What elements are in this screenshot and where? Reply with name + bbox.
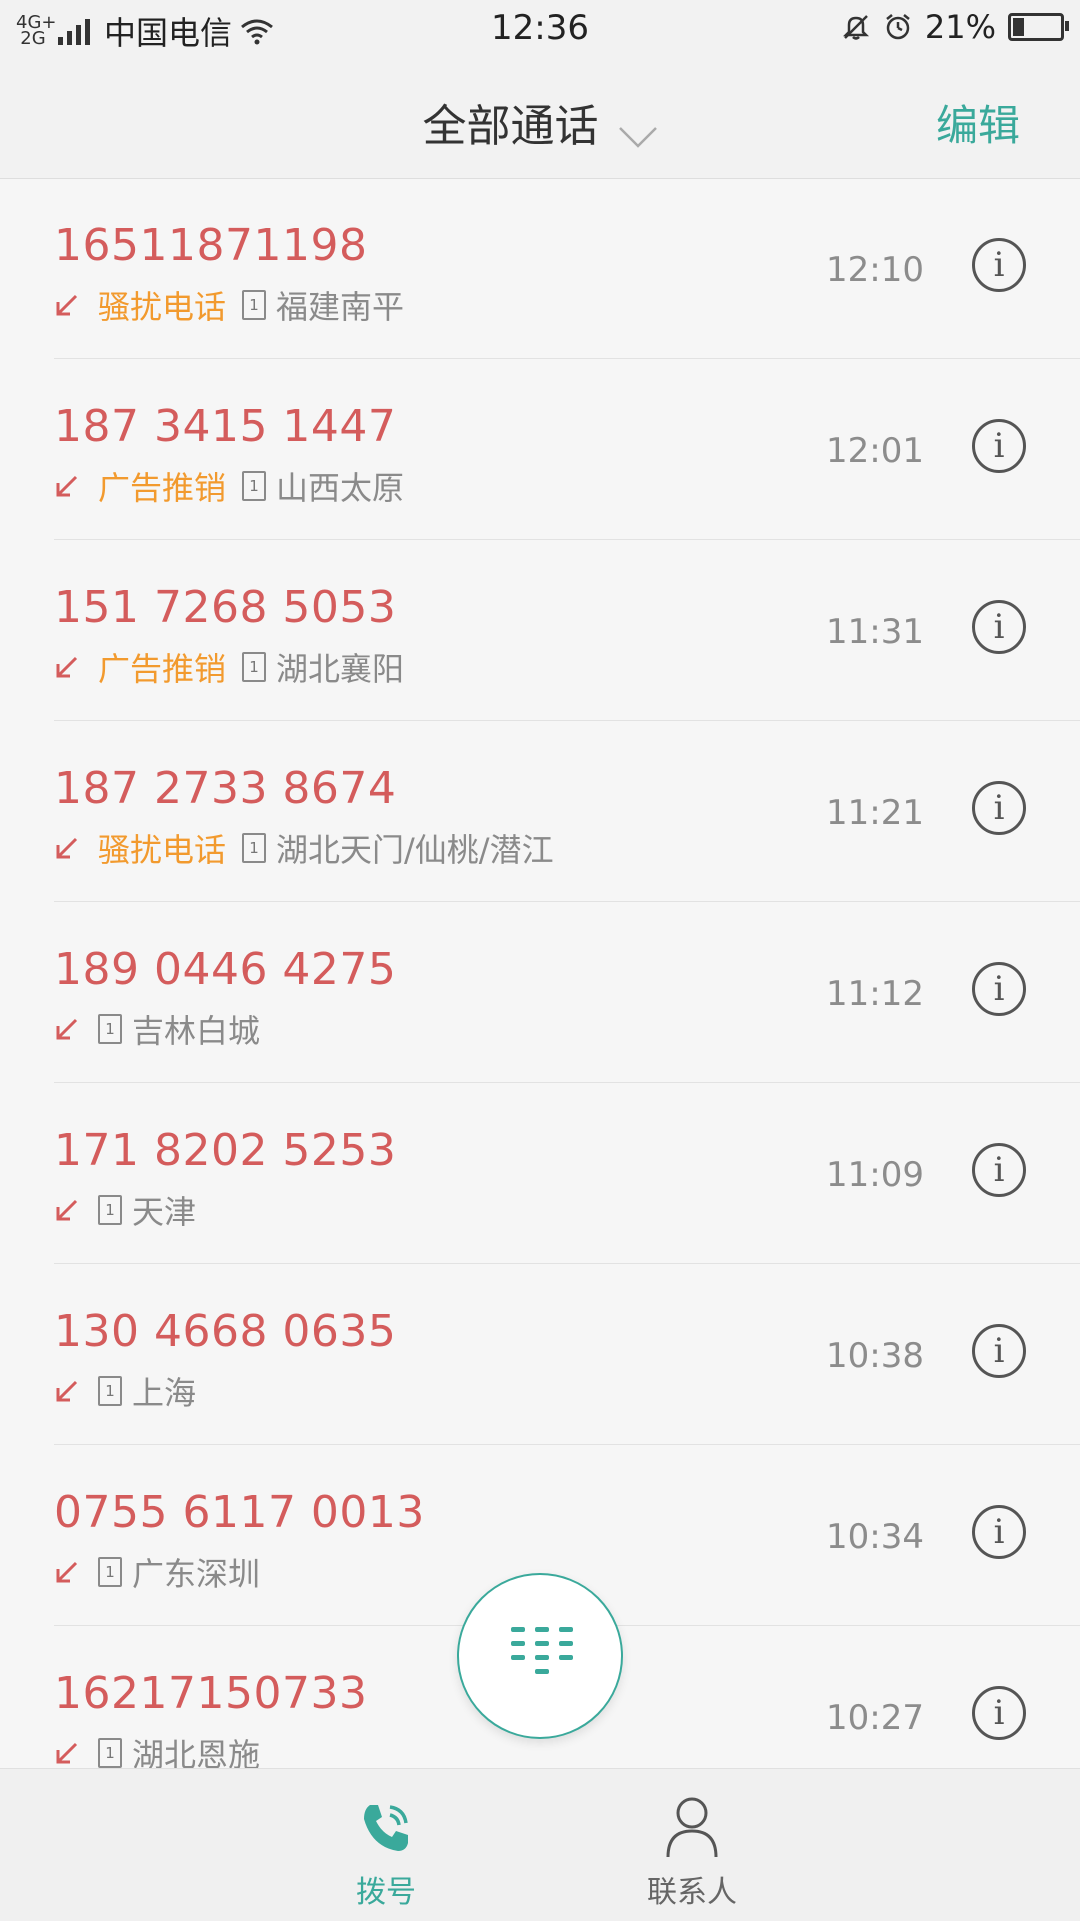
dialpad-button[interactable]: [457, 1573, 623, 1739]
tab-contacts[interactable]: 联系人: [592, 1795, 792, 1911]
call-time: 11:12: [826, 974, 924, 1014]
chevron-down-icon: [618, 126, 657, 148]
header: 全部通话 编辑: [0, 56, 1080, 179]
sim-card-icon: 1: [98, 1195, 122, 1225]
call-location: 吉林白城: [132, 1012, 261, 1050]
call-number: 189 0446 4275: [54, 944, 397, 995]
call-meta: 广告推销 1 山西太原: [54, 463, 404, 509]
call-time: 12:01: [826, 431, 924, 471]
call-meta: 1 天津: [54, 1187, 196, 1233]
sim-card-icon: 1: [98, 1557, 122, 1587]
call-meta: 1 上海: [54, 1368, 196, 1414]
bottom-nav: 拨号 联系人: [0, 1768, 1080, 1921]
incoming-call-arrow-icon: [56, 1199, 78, 1221]
call-log-row[interactable]: 187 2733 8674 骚扰电话 1 湖北天门/仙桃/潜江 11:21 i: [54, 721, 1080, 902]
alarm-icon: [886, 14, 910, 40]
call-time: 12:10: [826, 250, 924, 290]
call-location: 福建南平: [276, 288, 405, 326]
sim-card-icon: 1: [98, 1376, 122, 1406]
battery-icon: [1008, 13, 1069, 41]
call-log-row[interactable]: 130 4668 0635 1 上海 10:38 i: [54, 1264, 1080, 1445]
phone-icon: [364, 1805, 408, 1851]
call-tag: 骚扰电话: [98, 288, 227, 326]
call-number: 130 4668 0635: [54, 1306, 397, 1357]
sim-card-icon: 1: [98, 1738, 122, 1768]
bell-muted-icon: [842, 15, 869, 40]
call-meta: 1 广东深圳: [54, 1549, 260, 1595]
status-bar: 4G+ 2G 中国电信 12:36 21%: [0, 0, 1080, 56]
call-log-list: 16511871198 骚扰电话 1 福建南平 12:10 i 187 3415…: [0, 178, 1080, 1807]
call-log-row[interactable]: 171 8202 5253 1 天津 11:09 i: [54, 1083, 1080, 1264]
sim-card-icon: 1: [242, 290, 267, 320]
call-time: 11:21: [826, 793, 924, 833]
tab-dial-label: 拨号: [356, 1875, 416, 1910]
call-tag: 广告推销: [98, 650, 227, 688]
info-icon[interactable]: i: [972, 962, 1026, 1016]
call-log-row[interactable]: 189 0446 4275 1 吉林白城 11:12 i: [54, 902, 1080, 1083]
tab-dial[interactable]: 拨号: [286, 1795, 486, 1911]
incoming-call-arrow-icon: [56, 1018, 78, 1040]
call-time: 11:31: [826, 612, 924, 652]
call-location: 天津: [132, 1193, 197, 1231]
call-location: 广东深圳: [132, 1555, 261, 1593]
info-icon[interactable]: i: [972, 238, 1026, 292]
incoming-call-arrow-icon: [56, 837, 78, 859]
call-meta: 骚扰电话 1 福建南平: [54, 282, 404, 328]
info-icon[interactable]: i: [972, 1143, 1026, 1197]
incoming-call-arrow-icon: [56, 475, 78, 497]
call-location: 山西太原: [276, 469, 405, 507]
battery-percent: 21%: [924, 8, 996, 46]
edit-button[interactable]: 编辑: [936, 92, 1020, 153]
call-meta: 骚扰电话 1 湖北天门/仙桃/潜江: [54, 825, 554, 871]
call-log-row[interactable]: 187 3415 1447 广告推销 1 山西太原 12:01 i: [54, 359, 1080, 540]
call-meta: 广告推销 1 湖北襄阳: [54, 644, 404, 690]
incoming-call-arrow-icon: [56, 1561, 78, 1583]
person-icon: [666, 1797, 718, 1858]
call-location: 湖北天门/仙桃/潜江: [276, 831, 554, 869]
call-time: 11:09: [826, 1155, 924, 1195]
incoming-call-arrow-icon: [56, 1742, 78, 1764]
info-icon[interactable]: i: [972, 1505, 1026, 1559]
info-icon[interactable]: i: [972, 419, 1026, 473]
call-number: 0755 6117 0013: [54, 1487, 425, 1538]
info-icon[interactable]: i: [972, 781, 1026, 835]
call-number: 16511871198: [54, 220, 368, 271]
call-tag: 广告推销: [98, 469, 227, 507]
call-meta: 1 吉林白城: [54, 1006, 260, 1052]
info-icon[interactable]: i: [972, 1686, 1026, 1740]
call-location: 湖北襄阳: [276, 650, 405, 688]
page-title: 全部通话: [422, 101, 599, 152]
call-tag: 骚扰电话: [98, 831, 227, 869]
call-time: 10:27: [826, 1698, 924, 1738]
sim-card-icon: 1: [242, 471, 267, 501]
call-number: 187 3415 1447: [54, 401, 397, 452]
incoming-call-arrow-icon: [56, 1380, 78, 1402]
sim-card-icon: 1: [98, 1014, 122, 1044]
call-number: 151 7268 5053: [54, 582, 397, 633]
incoming-call-arrow-icon: [56, 294, 78, 316]
incoming-call-arrow-icon: [56, 656, 78, 678]
sim-card-icon: 1: [242, 833, 267, 863]
call-time: 10:38: [826, 1336, 924, 1376]
call-time: 10:34: [826, 1517, 924, 1557]
call-number: 171 8202 5253: [54, 1125, 397, 1176]
status-right: 21%: [841, 8, 1069, 46]
call-log-row[interactable]: 151 7268 5053 广告推销 1 湖北襄阳 11:31 i: [54, 540, 1080, 721]
tab-contacts-label: 联系人: [647, 1875, 737, 1910]
call-filter-dropdown[interactable]: 全部通话: [0, 90, 1080, 154]
info-icon[interactable]: i: [972, 1324, 1026, 1378]
dialpad-icon: [511, 1627, 573, 1689]
call-number: 16217150733: [54, 1668, 368, 1719]
call-location: 上海: [132, 1374, 197, 1412]
call-number: 187 2733 8674: [54, 763, 397, 814]
call-log-row[interactable]: 16511871198 骚扰电话 1 福建南平 12:10 i: [54, 178, 1080, 359]
sim-card-icon: 1: [242, 652, 267, 682]
info-icon[interactable]: i: [972, 600, 1026, 654]
